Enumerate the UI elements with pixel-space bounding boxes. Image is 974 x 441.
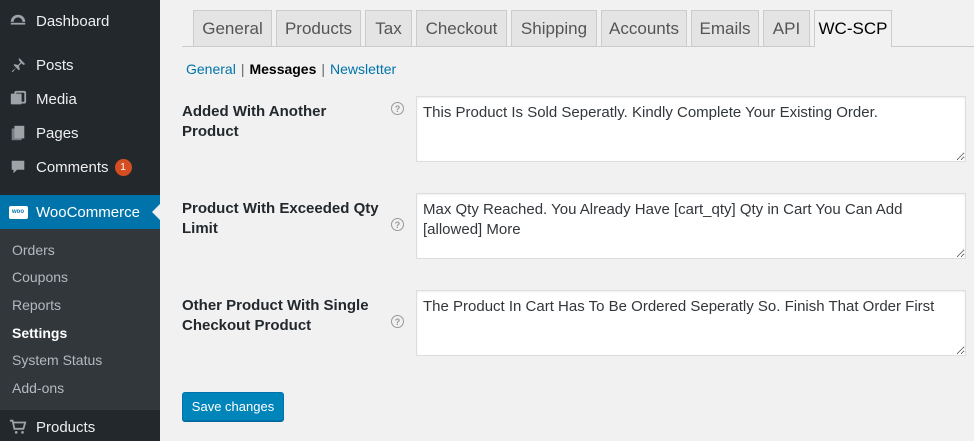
comments-count-badge: 1 xyxy=(114,158,132,176)
submenu-item-system-status[interactable]: System Status xyxy=(12,352,102,368)
menu-item-dashboard[interactable]: Dashboard xyxy=(0,4,160,38)
field-label-exceeded-qty-limit: Product With Exceeded Qty Limit xyxy=(182,200,379,237)
tab-wc-scp[interactable]: WC-SCP xyxy=(814,10,892,47)
single-checkout-product-textarea[interactable] xyxy=(416,290,966,356)
admin-sidebar: Dashboard Posts Media Pages Comments 1 w… xyxy=(0,0,160,441)
menu-item-posts[interactable]: Posts xyxy=(0,48,160,82)
menu-item-pages[interactable]: Pages xyxy=(0,116,160,150)
tab-products[interactable]: Products xyxy=(276,10,361,46)
woocommerce-icon: woo xyxy=(0,205,36,219)
submenu-item-add-ons[interactable]: Add-ons xyxy=(12,380,64,396)
menu-label: Dashboard xyxy=(36,12,110,30)
help-tip-icon[interactable]: ? xyxy=(391,102,404,115)
tab-emails[interactable]: Emails xyxy=(691,10,759,46)
help-tip-icon[interactable]: ? xyxy=(391,218,404,231)
submenu-item-orders[interactable]: Orders xyxy=(12,242,55,258)
subnav-messages-current: Messages xyxy=(249,61,317,77)
menu-label: Comments xyxy=(36,158,109,176)
menu-label: Media xyxy=(36,90,77,108)
menu-label: WooCommerce xyxy=(36,203,140,221)
subnav-separator: | xyxy=(240,61,245,77)
menu-item-woocommerce[interactable]: woo WooCommerce xyxy=(0,195,160,229)
menu-label: Posts xyxy=(36,56,74,74)
tab-accounts[interactable]: Accounts xyxy=(601,10,687,46)
field-label-added-with-another-product: Added With Another Product xyxy=(182,103,327,140)
tab-checkout[interactable]: Checkout xyxy=(416,10,507,46)
help-tip-icon[interactable]: ? xyxy=(391,315,404,328)
submenu-item-coupons[interactable]: Coupons xyxy=(12,269,68,285)
cart-icon xyxy=(0,418,36,436)
active-indicator xyxy=(152,204,160,220)
media-icon xyxy=(0,90,36,108)
tab-api[interactable]: API xyxy=(763,10,810,46)
menu-label: Pages xyxy=(36,124,79,142)
menu-item-media[interactable]: Media xyxy=(0,82,160,116)
menu-item-comments[interactable]: Comments 1 xyxy=(0,150,160,184)
pin-icon xyxy=(0,56,36,74)
added-with-another-product-textarea[interactable] xyxy=(416,96,966,162)
submenu-item-reports[interactable]: Reports xyxy=(12,297,61,313)
subnav-separator: | xyxy=(321,61,326,77)
field-label-single-checkout-product: Other Product With Single Checkout Produ… xyxy=(182,297,369,334)
dashboard-icon xyxy=(0,12,36,30)
menu-item-products[interactable]: Products xyxy=(0,410,160,441)
subnav-newsletter-link[interactable]: Newsletter xyxy=(330,61,396,77)
pages-icon xyxy=(0,124,36,142)
subnav-general-link[interactable]: General xyxy=(186,61,236,77)
tab-tax[interactable]: Tax xyxy=(365,10,412,46)
save-changes-button[interactable]: Save changes xyxy=(182,392,284,421)
comments-icon xyxy=(0,158,36,176)
tab-general[interactable]: General xyxy=(193,10,272,46)
exceeded-qty-limit-textarea[interactable] xyxy=(416,193,966,259)
tab-shipping[interactable]: Shipping xyxy=(511,10,597,46)
woocommerce-submenu: Orders Coupons Reports Settings System S… xyxy=(0,229,160,410)
menu-label: Products xyxy=(36,418,96,436)
settings-subnav: General | Messages | Newsletter xyxy=(186,61,396,77)
submenu-item-settings[interactable]: Settings xyxy=(12,325,67,341)
